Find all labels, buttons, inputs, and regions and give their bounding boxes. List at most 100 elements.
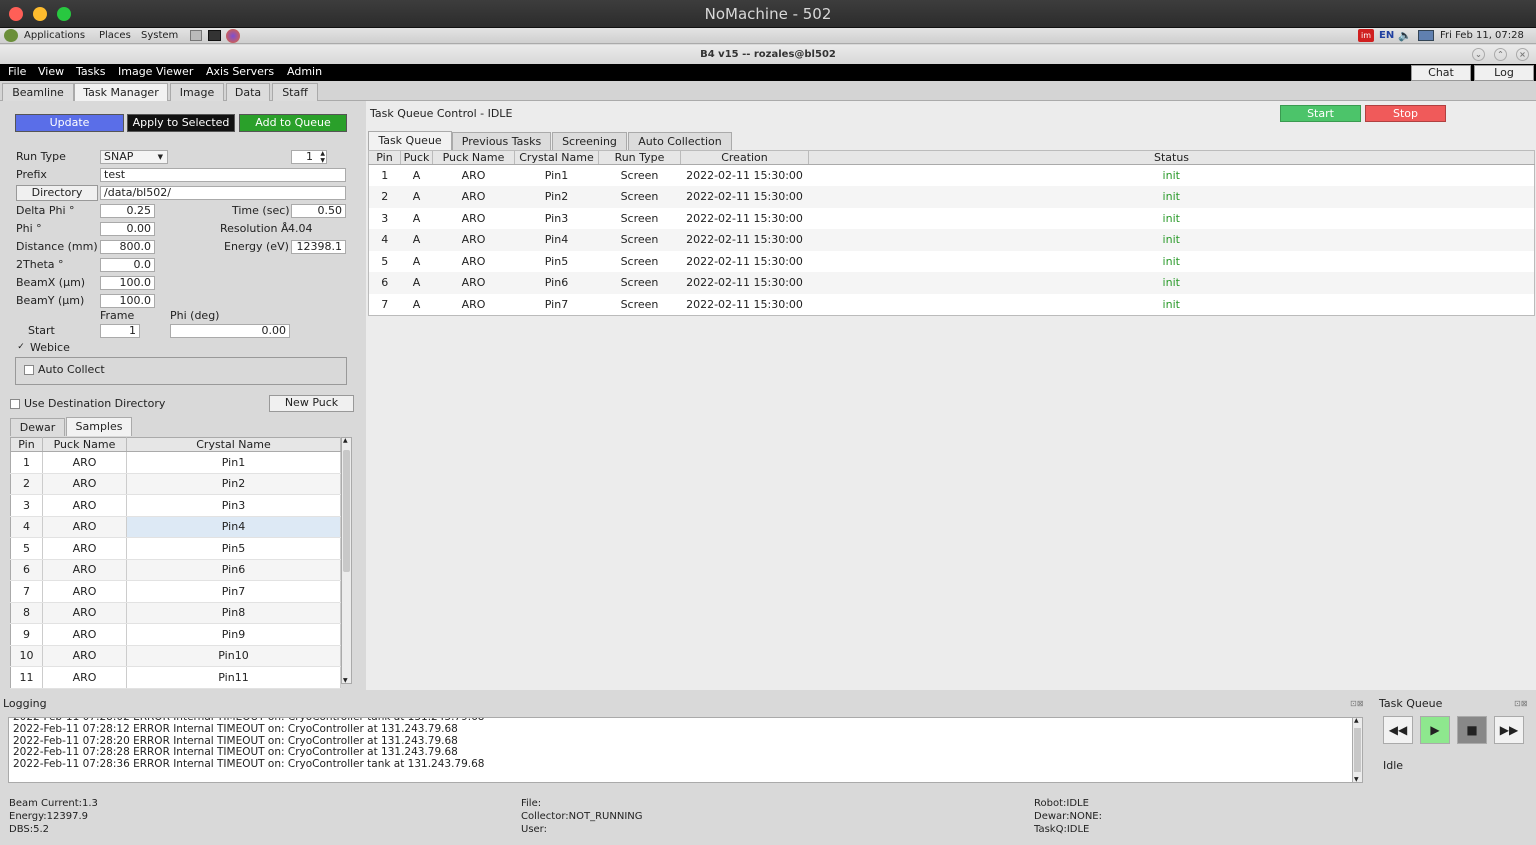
logging-dock-icon[interactable]: ⊡⊠ [1350, 697, 1363, 711]
queue-row[interactable]: 7 A ARO Pin7 Screen 2022-02-11 15:30:00 init [369, 294, 1535, 316]
sample-crystal-name[interactable]: Pin5 [126, 537, 341, 560]
log-button[interactable]: Log [1474, 65, 1534, 81]
volume-icon[interactable]: 🔈 [1398, 28, 1412, 43]
log-scrollbar-thumb[interactable] [1354, 728, 1361, 772]
close-app-icon[interactable]: × [1516, 48, 1529, 61]
queue-pin[interactable]: 7 [369, 294, 401, 316]
menu-places[interactable]: Places [99, 28, 131, 43]
queue-puck[interactable]: A [400, 272, 433, 294]
sample-row[interactable]: 7 ARO Pin7 [10, 580, 341, 603]
sample-row[interactable]: 3 ARO Pin3 [10, 494, 341, 517]
menu-system[interactable]: System [141, 28, 178, 43]
queue-header-creation[interactable]: Creation [680, 150, 809, 165]
update-button[interactable]: Update [15, 114, 124, 132]
sample-row[interactable]: 6 ARO Pin6 [10, 559, 341, 581]
sample-puck-name[interactable]: ARO [42, 494, 127, 517]
queue-status[interactable]: init [808, 229, 1535, 251]
scroll-down-icon[interactable]: ▼ [1354, 776, 1359, 783]
queue-puck-name[interactable]: ARO [432, 186, 515, 208]
queue-puck-name[interactable]: ARO [432, 229, 515, 251]
sample-pin[interactable]: 8 [10, 602, 43, 624]
sample-crystal-name[interactable]: Pin9 [126, 623, 341, 646]
beamx-input[interactable]: 100.0 [100, 276, 155, 290]
sample-puck-name[interactable]: ARO [42, 645, 127, 667]
scroll-up-icon[interactable]: ▲ [1354, 717, 1359, 724]
samples-scrollbar[interactable]: ▲ ▼ [341, 437, 352, 684]
sample-crystal-name[interactable]: Pin4 [126, 516, 341, 538]
menu-applications[interactable]: Applications [24, 28, 85, 43]
queue-puck-name[interactable]: ARO [433, 251, 515, 273]
sample-pin[interactable]: 6 [10, 559, 43, 581]
tab-image[interactable]: Image [170, 83, 224, 101]
stop-icon[interactable]: ■ [1457, 716, 1487, 744]
maximize-app-icon[interactable]: ⌃ [1494, 48, 1507, 61]
queue-status[interactable]: init [809, 294, 1535, 316]
terminal-icon[interactable] [208, 30, 221, 41]
queue-run-type[interactable]: Screen [599, 294, 681, 316]
menu-admin[interactable]: Admin [287, 64, 322, 80]
start-button[interactable]: Start [1280, 105, 1361, 122]
queue-puck[interactable]: A [401, 251, 433, 273]
start-frame-input[interactable]: 1 [100, 324, 140, 338]
network-icon[interactable] [1418, 30, 1434, 41]
phi-input[interactable]: 0.00 [100, 222, 155, 236]
queue-creation[interactable]: 2022-02-11 15:30:00 [680, 272, 809, 294]
task-queue-dock-icon[interactable]: ⊡⊠ [1514, 697, 1527, 711]
sample-crystal-name[interactable]: Pin1 [126, 451, 341, 474]
queue-row[interactable]: 2 A ARO Pin2 Screen 2022-02-11 15:30:00 init [368, 186, 1535, 208]
tab-screening[interactable]: Screening [552, 132, 627, 150]
queue-status[interactable]: init [809, 165, 1535, 187]
queue-status[interactable]: init [808, 186, 1535, 208]
sample-row[interactable]: 2 ARO Pin2 [10, 473, 341, 495]
log-output[interactable]: 2022-Feb-11 07:28:02 ERROR Internal TIME… [8, 717, 1363, 783]
tab-auto-collection[interactable]: Auto Collection [628, 132, 732, 150]
queue-run-type[interactable]: Screen [599, 208, 681, 230]
sample-pin[interactable]: 11 [10, 666, 43, 689]
sample-pin[interactable]: 4 [10, 516, 43, 538]
sample-pin[interactable]: 3 [10, 494, 43, 517]
queue-crystal-name[interactable]: Pin3 [515, 208, 599, 230]
use-destination-checkbox[interactable] [10, 399, 20, 409]
queue-header-puck-name[interactable]: Puck Name [432, 150, 515, 165]
run-type-select[interactable]: SNAP ▼ [100, 150, 168, 164]
queue-run-type[interactable]: Screen [598, 229, 681, 251]
queue-row[interactable]: 4 A ARO Pin4 Screen 2022-02-11 15:30:00 init [368, 229, 1535, 251]
queue-header-run-type[interactable]: Run Type [598, 150, 681, 165]
play-icon[interactable]: ▶ [1420, 716, 1450, 744]
tab-data[interactable]: Data [226, 83, 270, 101]
rewind-icon[interactable]: ◀◀ [1383, 716, 1413, 744]
sample-row[interactable]: 10 ARO Pin10 [10, 645, 341, 667]
tab-dewar[interactable]: Dewar [10, 418, 65, 436]
sample-pin[interactable]: 7 [10, 580, 43, 603]
scroll-down-icon[interactable]: ▼ [343, 677, 348, 684]
queue-puck[interactable]: A [401, 208, 433, 230]
queue-puck[interactable]: A [400, 186, 433, 208]
queue-puck[interactable]: A [401, 294, 433, 316]
prefix-input[interactable]: test [100, 168, 346, 182]
queue-puck[interactable]: A [401, 165, 433, 187]
samples-header-pin[interactable]: Pin [10, 437, 43, 452]
directory-button[interactable]: Directory [16, 185, 98, 201]
fast-forward-icon[interactable]: ▶▶ [1494, 716, 1524, 744]
minimize-window-icon[interactable] [33, 7, 47, 21]
spinner-arrows-icon[interactable]: ▲ ▼ [320, 151, 325, 163]
sample-puck-name[interactable]: ARO [42, 537, 127, 560]
queue-status[interactable]: init [808, 272, 1535, 294]
sample-puck-name[interactable]: ARO [42, 580, 127, 603]
sample-puck-name[interactable]: ARO [42, 623, 127, 646]
queue-puck-name[interactable]: ARO [433, 294, 515, 316]
delta-phi-input[interactable]: 0.25 [100, 204, 155, 218]
sample-pin[interactable]: 2 [10, 473, 43, 495]
menu-axis-servers[interactable]: Axis Servers [206, 64, 274, 80]
sample-crystal-name[interactable]: Pin2 [126, 473, 341, 495]
sample-row[interactable]: 1 ARO Pin1 [10, 451, 341, 474]
add-to-queue-button[interactable]: Add to Queue [239, 114, 347, 132]
queue-header-pin[interactable]: Pin [368, 150, 401, 165]
sample-row[interactable]: 9 ARO Pin9 [10, 623, 341, 646]
queue-row[interactable]: 6 A ARO Pin6 Screen 2022-02-11 15:30:00 init [368, 272, 1535, 294]
sample-puck-name[interactable]: ARO [42, 516, 127, 538]
sample-puck-name[interactable]: ARO [42, 473, 127, 495]
queue-row[interactable]: 1 A ARO Pin1 Screen 2022-02-11 15:30:00 init [369, 165, 1535, 187]
input-method-icon[interactable]: im [1358, 29, 1374, 42]
sample-puck-name[interactable]: ARO [42, 559, 127, 581]
